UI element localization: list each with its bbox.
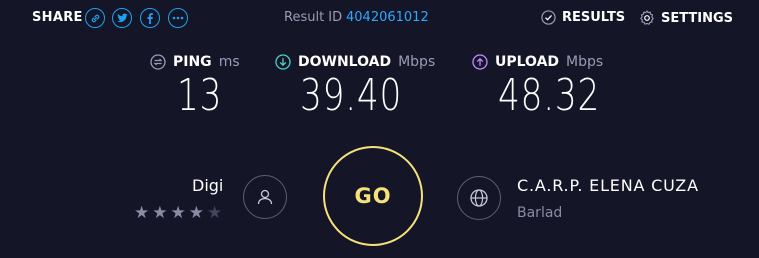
star-icon: ★ (170, 203, 186, 223)
download-unit: Mbps (398, 54, 436, 70)
upload-value: 48.32 (498, 70, 601, 121)
ping-unit: ms (218, 54, 240, 70)
share-label: SHARE (32, 10, 83, 25)
star-empty-icon: ★ (207, 203, 223, 223)
ping-label: PING (173, 54, 212, 70)
result-id-link[interactable]: 4042061012 (346, 10, 429, 25)
upload-unit: Mbps (566, 54, 604, 70)
download-label: DOWNLOAD (298, 54, 392, 70)
ping-icon (150, 54, 166, 70)
server-button[interactable] (457, 176, 501, 220)
result-id-label: Result ID (284, 10, 343, 25)
isp-rating[interactable]: ★ ★ ★ ★ ★ (134, 204, 222, 222)
user-button[interactable] (243, 175, 287, 219)
go-button[interactable]: GO (323, 146, 423, 246)
more-icon[interactable] (168, 8, 188, 28)
results-button[interactable]: RESULTS (541, 10, 625, 25)
isp-name: Digi (192, 176, 224, 195)
globe-icon (470, 189, 488, 207)
ping-header: PING ms (150, 54, 240, 70)
user-icon (257, 189, 273, 205)
gear-icon (640, 10, 654, 25)
upload-icon (472, 54, 488, 70)
settings-button[interactable]: SETTINGS (639, 10, 733, 26)
facebook-icon[interactable] (140, 8, 160, 28)
link-icon[interactable] (85, 8, 105, 28)
twitter-icon[interactable] (112, 8, 132, 28)
ping-value: 13 (177, 70, 223, 121)
download-header: DOWNLOAD Mbps (275, 54, 435, 70)
server-location: Barlad (517, 205, 563, 221)
settings-label: SETTINGS (661, 10, 734, 26)
star-icon: ★ (152, 203, 168, 223)
star-icon: ★ (188, 203, 204, 223)
check-circle-icon (541, 10, 556, 25)
download-icon (275, 54, 291, 70)
upload-label: UPLOAD (495, 54, 560, 70)
star-icon: ★ (134, 203, 150, 223)
download-value: 39.40 (300, 70, 403, 121)
server-name: C.A.R.P. ELENA CUZA (517, 176, 699, 195)
upload-header: UPLOAD Mbps (472, 54, 603, 70)
results-label: RESULTS (562, 10, 626, 25)
